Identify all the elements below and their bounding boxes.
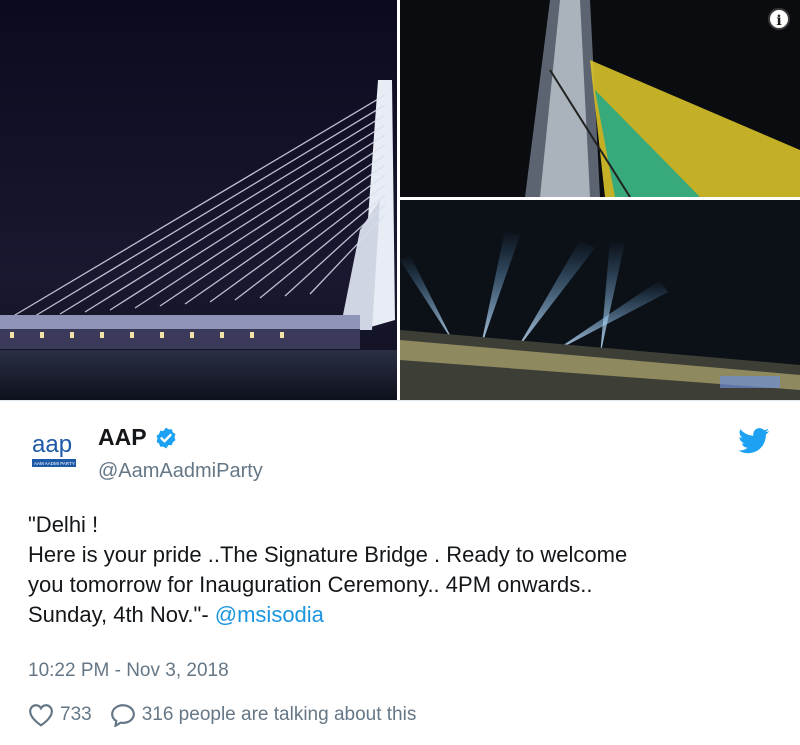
avatar[interactable]: aap AAM AADMI PARTY — [28, 428, 84, 474]
tweet-text-line: Here is your pride ..The Signature Bridg… — [28, 542, 628, 567]
tweet-timestamp[interactable]: 10:22 PM - Nov 3, 2018 — [28, 660, 229, 682]
like-count: 733 — [60, 704, 92, 725]
tweet-actions: 733 316 people are talking about this — [28, 703, 416, 727]
heart-icon — [29, 704, 53, 727]
twitter-bird-icon[interactable] — [738, 428, 770, 454]
avatar-logo-subtext: AAM AADMI PARTY — [34, 461, 75, 466]
mention-link[interactable]: @msisodia — [215, 602, 324, 627]
conversation-button[interactable]: 316 people are talking about this — [110, 703, 417, 727]
info-icon[interactable]: i — [768, 8, 790, 30]
tweet-text-line: "Delhi ! — [28, 512, 99, 537]
tweet-text: "Delhi ! Here is your pride ..The Signat… — [28, 510, 788, 630]
bridge-photo-beams[interactable] — [400, 200, 800, 400]
like-button[interactable]: 733 — [28, 703, 92, 727]
media-divider — [0, 400, 800, 401]
bridge-photo-aerial[interactable] — [400, 0, 800, 197]
tweet-text-line: you tomorrow for Inauguration Ceremony..… — [28, 572, 593, 597]
bridge-photo-main[interactable] — [0, 0, 397, 400]
comment-icon — [110, 704, 135, 727]
tweet-media-grid: i — [0, 0, 800, 400]
tweet-text-line-last: Sunday, 4th Nov."- @msisodia — [28, 600, 788, 630]
user-handle[interactable]: @AamAadmiParty — [98, 460, 263, 483]
avatar-logo-text: aap — [32, 431, 72, 458]
tweet-text-fragment: Sunday, 4th Nov."- — [28, 602, 215, 627]
talking-count: 316 people are talking about this — [141, 704, 417, 725]
verified-badge-icon — [156, 427, 175, 448]
display-name[interactable]: AAP — [98, 424, 147, 451]
author-name-row: AAP — [98, 424, 178, 451]
